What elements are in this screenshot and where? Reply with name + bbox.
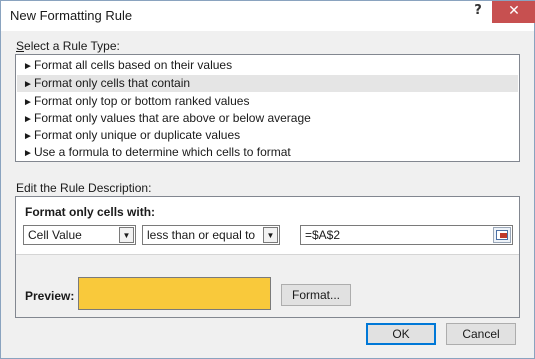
arrow-icon: ► [23,79,33,90]
ok-button[interactable]: OK [366,323,436,345]
arrow-icon: ► [23,131,33,142]
preview-swatch [78,277,271,310]
select-rule-type-label: Select a Rule Type: [16,39,120,53]
edit-rule-description-label: Edit the Rule Description: [16,181,152,195]
value-input[interactable]: =$A$2 [300,225,513,245]
arrow-icon: ► [23,148,33,159]
condition-type-select[interactable]: Cell Value ▼ [23,225,136,245]
condition-area: Format only cells with: Cell Value ▼ les… [16,197,519,255]
rule-type-item-selected[interactable]: ►Format only cells that contain [17,75,518,92]
rule-type-item[interactable]: ►Format all cells based on their values [17,57,518,74]
condition-type-value: Cell Value [28,228,82,242]
title-bar: New Formatting Rule ? ✕ [1,1,535,31]
close-button[interactable]: ✕ [492,1,535,23]
rule-type-item[interactable]: ►Use a formula to determine which cells … [17,144,518,161]
help-icon: ? [474,3,482,18]
rule-type-item[interactable]: ►Format only values that are above or be… [17,110,518,127]
window-title: New Formatting Rule [10,8,133,23]
rule-type-item[interactable]: ►Format only unique or duplicate values [17,127,518,144]
chevron-down-icon[interactable]: ▼ [119,227,134,243]
arrow-icon: ► [23,97,33,108]
range-select-icon[interactable] [493,227,511,243]
chevron-down-icon[interactable]: ▼ [263,227,278,243]
format-only-cells-label: Format only cells with: [25,205,156,219]
value-text: =$A$2 [305,228,341,242]
close-icon: ✕ [508,3,520,19]
rule-type-item[interactable]: ►Format only top or bottom ranked values [17,93,518,110]
arrow-icon: ► [23,114,33,125]
rule-type-list[interactable]: ►Format all cells based on their values … [15,54,520,162]
rule-description-panel: Format only cells with: Cell Value ▼ les… [15,196,520,318]
help-button[interactable]: ? [465,1,491,23]
new-formatting-rule-dialog: New Formatting Rule ? ✕ Select a Rule Ty… [0,0,535,359]
operator-select[interactable]: less than or equal to ▼ [142,225,280,245]
format-button[interactable]: Format... [281,284,351,306]
preview-label: Preview: [25,289,75,303]
arrow-icon: ► [23,61,33,72]
operator-value: less than or equal to [147,228,256,242]
cancel-button[interactable]: Cancel [446,323,516,345]
